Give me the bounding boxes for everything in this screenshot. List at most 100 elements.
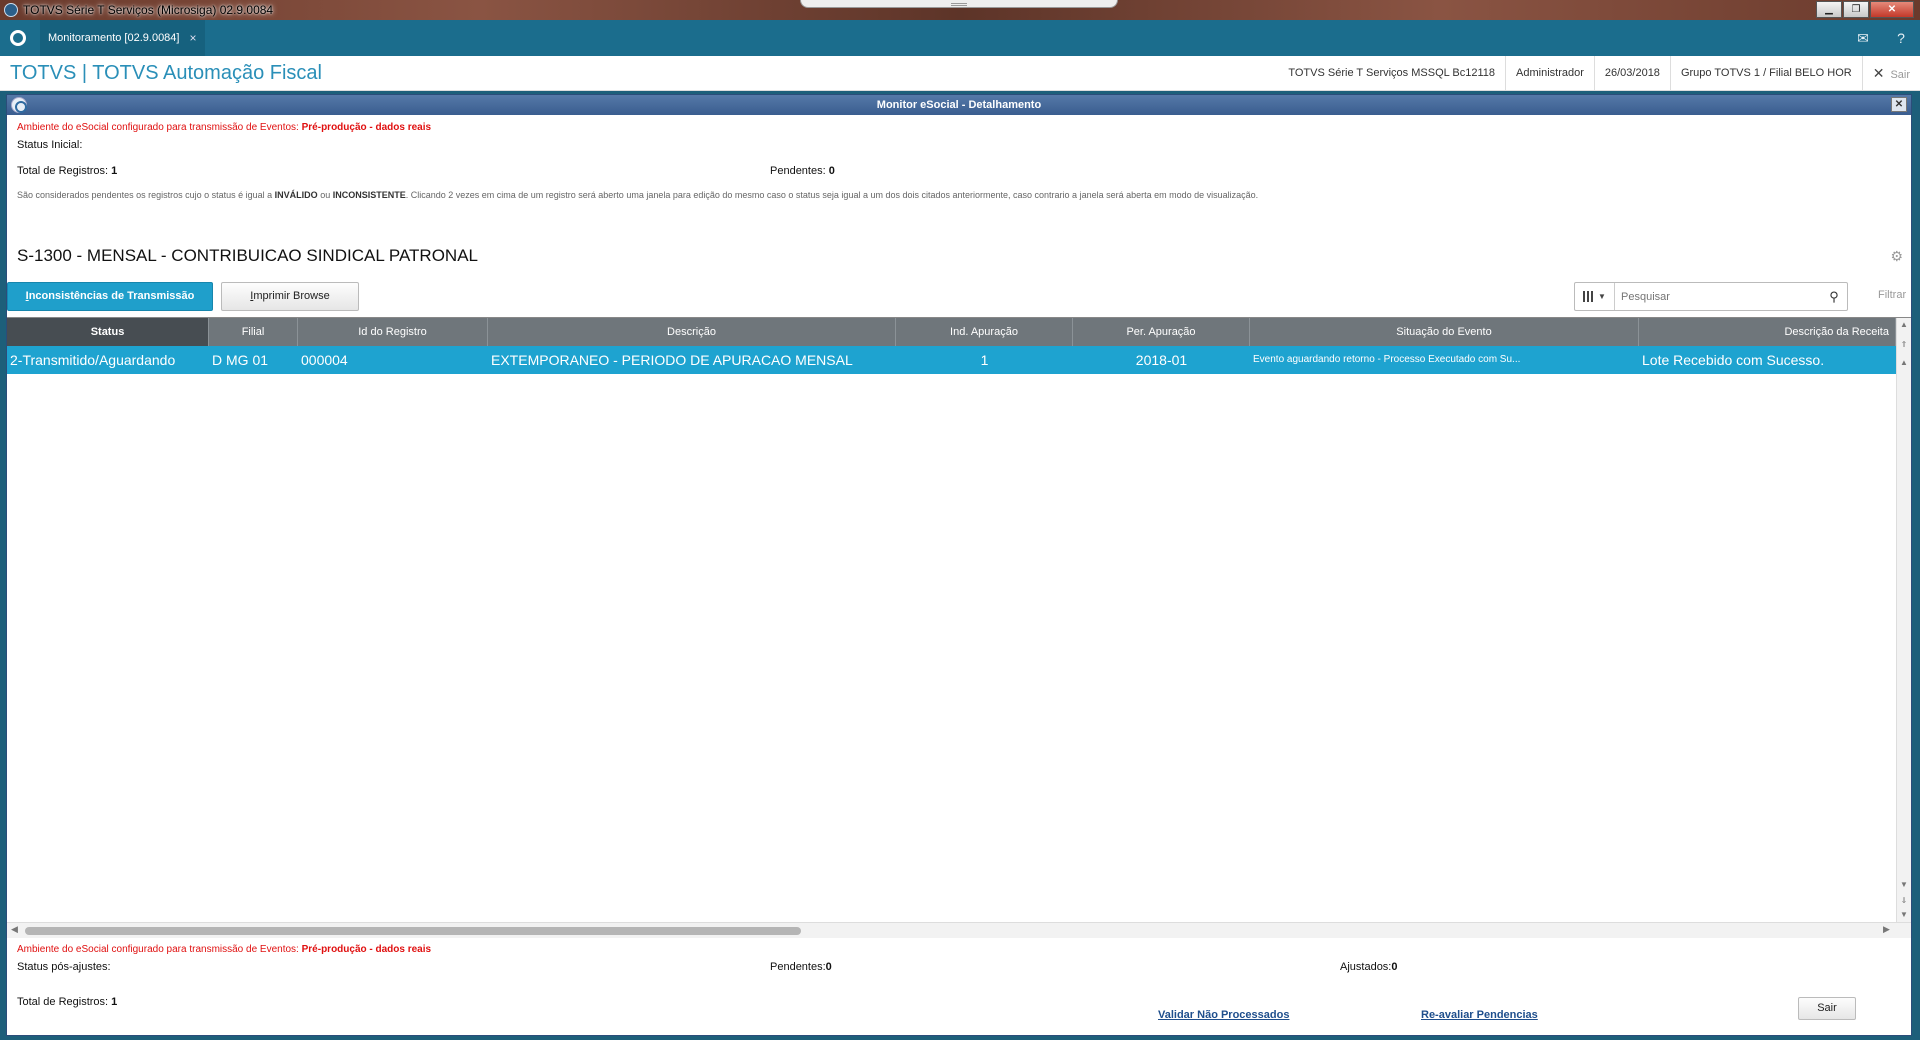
warning-prefix: Ambiente do eSocial configurado para tra… [17,122,302,133]
horizontal-scroll-thumb[interactable] [25,927,801,935]
company-label: Grupo TOTVS 1 / Filial BELO HOR [1669,56,1862,91]
tabbar-right-icons: ✉ ? [1844,20,1920,56]
grid-header: Status Filial Id do Registro Descrição I… [7,318,1896,346]
app-logo-icon [4,3,18,17]
bottom-pending-value: 0 [825,961,832,973]
horizontal-scrollbar[interactable]: ◀ ▶ [7,922,1911,938]
top-pull-tab[interactable] [800,0,1118,8]
cell-status: 2-Transmitido/Aguardando [10,352,176,368]
pending-label: Pendentes: [770,165,829,177]
dialog-logo-icon [11,97,27,113]
scroll-right-arrow-icon[interactable]: ▶ [1883,924,1890,935]
minimize-button[interactable]: ▁ [1816,1,1842,18]
bottom-total-value: 1 [111,996,118,1008]
settings-gear-icon[interactable]: ⚙ [1890,248,1903,265]
validate-unprocessed-link[interactable]: Validar Não Processados [1158,1009,1289,1021]
note-inconsistent: INCONSISTENTE [332,190,406,200]
scroll-page-down-icon[interactable]: ⇓ [1897,896,1911,905]
imprimir-label: mprimir Browse [253,290,330,302]
column-header-descricao[interactable]: Descrição [488,318,896,346]
scroll-left-arrow-icon[interactable]: ◀ [11,924,18,935]
event-title: S-1300 - MENSAL - CONTRIBUICAO SINDICAL … [17,246,478,265]
search-input[interactable] [1615,290,1821,303]
status-initial-label: Status Inicial: [17,139,83,151]
scroll-bottom-icon[interactable]: ▼ [1897,910,1911,919]
total-records: Total de Registros: 1 [17,165,117,177]
exit-button[interactable]: Sair [1798,997,1856,1020]
close-icon: ✕ [1872,65,1885,81]
app-header: TOTVS | TOTVS Automação Fiscal TOTVS Sér… [0,56,1920,91]
environment-warning: Ambiente do eSocial configurado para tra… [17,122,431,133]
vertical-scrollbar[interactable]: ▲ ⇑ ▲ ▼ ⇓ ▼ [1896,318,1911,922]
dialog-close-button[interactable]: ✕ [1891,97,1907,112]
user-label: Administrador [1505,56,1594,91]
pending-note: São considerados pendentes os registros … [17,190,1258,200]
column-header-status[interactable]: Status [7,318,209,346]
pending-records: Pendentes: 0 [770,165,835,177]
scroll-page-up-icon[interactable]: ⇑ [1897,340,1911,349]
chevron-down-icon: ▼ [1598,292,1606,301]
bottom-pending: Pendentes:0 [770,961,832,973]
cell-filial: D MG 01 [212,352,269,368]
adjusted-label: Ajustados: [1340,961,1392,973]
scroll-down-arrow-icon[interactable]: ▼ [1897,880,1911,889]
status-post-adjust-label: Status pós-ajustes: [17,961,111,973]
note-text-3: . Clicando 2 vezes em cima de um registr… [405,190,1259,200]
dialog-title: Monitor eSocial - Detalhamento [876,99,1042,111]
tab-monitoramento[interactable]: Monitoramento [02.9.0084] × [40,20,205,56]
scroll-up-arrow-icon[interactable]: ▲ [1897,320,1911,329]
cell-descricao: EXTEMPORANEO - PERIODO DE APURACAO MENSA… [491,352,853,368]
totvs-logo-icon[interactable] [0,20,36,56]
warning-value: Pré-produção - dados reais [301,122,432,133]
column-header-situacao[interactable]: Situação do Evento [1250,318,1639,346]
os-titlebar: TOTVS Série T Serviços (Microsiga) 02.9.… [0,0,1920,20]
note-invalid: INVÁLIDO [274,190,318,200]
column-header-ind-apuracao[interactable]: Ind. Apuração [896,318,1073,346]
column-header-id[interactable]: Id do Registro [298,318,488,346]
header-info: TOTVS Série T Serviços MSSQL Bc12118 Adm… [1278,56,1920,91]
records-grid: Status Filial Id do Registro Descrição I… [7,317,1911,938]
header-exit-button[interactable]: ✕ Sair [1861,56,1920,91]
column-header-per-apuracao[interactable]: Per. Apuração [1073,318,1250,346]
bottom-warning-prefix: Ambiente do eSocial configurado para tra… [17,944,302,955]
imprimir-browse-button[interactable]: Imprimir Browse [221,282,359,311]
cell-ind-apuracao: 1 [980,352,989,368]
note-text-1: São considerados pendentes os registros … [17,190,275,200]
inconsistencias-button[interactable]: Inconsistências de Transmissão [7,282,213,311]
reevaluate-pending-link[interactable]: Re-avaliar Pendencias [1421,1009,1538,1021]
bottom-pending-label: Pendentes: [770,961,826,973]
bottom-total-label: Total de Registros: [17,996,112,1008]
bottom-adjusted: Ajustados:0 [1340,961,1398,973]
maximize-button[interactable]: ❐ [1843,1,1869,18]
bottom-warning-value: Pré-produção - dados reais [301,944,432,955]
close-window-button[interactable]: ✕ [1870,1,1914,18]
window-title: TOTVS Série T Serviços (Microsiga) 02.9.… [23,3,274,17]
columns-selector[interactable]: ▼ [1575,283,1615,310]
app-tabbar: Monitoramento [02.9.0084] × ✉ ? [0,20,1920,56]
cell-descricao-receita: Lote Recebido com Sucesso. [1642,352,1825,368]
monitor-dialog: Monitor eSocial - Detalhamento ✕ Ambient… [6,94,1912,1036]
window-controls: ▁ ❐ ✕ [1815,1,1914,18]
tab-close-icon[interactable]: × [189,31,196,45]
bottom-environment-warning: Ambiente do eSocial configurado para tra… [17,944,431,955]
environment-label: TOTVS Série T Serviços MSSQL Bc12118 [1288,67,1496,79]
table-row[interactable]: 2-Transmitido/Aguardando D MG 01 000004 … [7,346,1896,374]
pending-value: 0 [828,165,835,177]
column-header-filial[interactable]: Filial [209,318,298,346]
scroll-top-icon[interactable]: ▲ [1897,358,1911,367]
total-label: Total de Registros: [17,165,112,177]
header-exit-label: Sair [1890,69,1910,81]
mail-icon[interactable]: ✉ [1844,30,1882,47]
adjusted-value: 0 [1391,961,1398,973]
note-text-2: ou [317,190,333,200]
cell-id: 000004 [301,352,348,368]
cell-situacao: Evento aguardando retorno - Processo Exe… [1253,354,1521,365]
search-box: ▼ ⚲ [1574,282,1848,311]
total-value: 1 [111,165,118,177]
dialog-titlebar: Monitor eSocial - Detalhamento ✕ [7,95,1911,115]
filter-button[interactable]: Filtrar [1878,289,1906,301]
search-icon[interactable]: ⚲ [1821,289,1847,305]
help-icon[interactable]: ? [1882,30,1920,46]
column-header-descricao-receita[interactable]: Descrição da Receita [1639,318,1896,346]
cell-per-apuracao: 2018-01 [1135,352,1188,368]
